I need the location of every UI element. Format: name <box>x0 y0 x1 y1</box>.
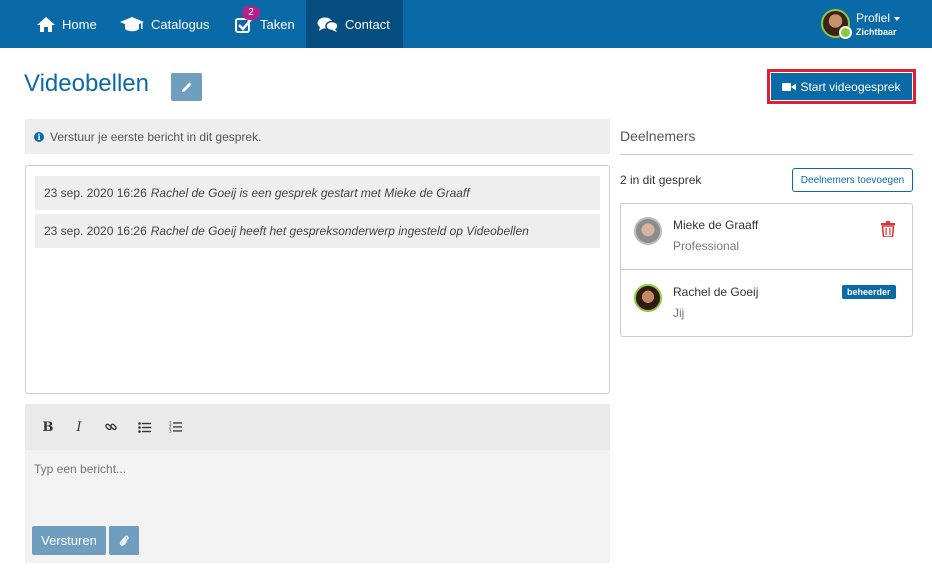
nav-catalogus-label: Catalogus <box>151 16 210 32</box>
online-status-icon <box>839 26 852 39</box>
profile-name: Profiel <box>856 11 891 25</box>
participants-list: Mieke de Graaff Professional Rachel de G… <box>620 203 913 337</box>
video-camera-icon <box>782 82 797 91</box>
edit-title-button[interactable] <box>171 73 202 101</box>
divider <box>620 154 913 155</box>
message-editor: B I 123 Versturen <box>25 404 610 563</box>
list-item: Mieke de Graaff Professional <box>621 204 912 270</box>
info-text: Verstuur je eerste bericht in dit gespre… <box>50 129 262 144</box>
participants-heading: Deelnemers <box>620 128 696 144</box>
nav-home[interactable]: Home <box>36 0 97 48</box>
log-entry: 23 sep. 2020 16:26 Rachel de Goeij is ee… <box>35 176 600 210</box>
avatar <box>634 284 662 312</box>
link-icon <box>105 423 117 431</box>
nav-taken-label: Taken <box>260 16 295 32</box>
log-entry: 23 sep. 2020 16:26 Rachel de Goeij heeft… <box>35 214 600 248</box>
nav-home-label: Home <box>62 16 97 32</box>
bold-button[interactable]: B <box>39 419 57 435</box>
log-time: 23 sep. 2020 16:26 <box>44 186 147 200</box>
bullet-list-icon <box>137 421 151 433</box>
info-icon: i <box>34 131 44 142</box>
svg-text:3: 3 <box>169 429 172 434</box>
top-navbar: Home Catalogus Taken 2 Contact Profiel Z… <box>0 0 932 48</box>
nav-contact[interactable]: Contact <box>306 0 403 48</box>
link-button[interactable] <box>102 419 120 435</box>
numbered-list-icon: 123 <box>169 421 182 433</box>
editor-toolbar: B I 123 <box>25 404 610 450</box>
log-time: 23 sep. 2020 16:26 <box>44 224 147 238</box>
tasks-count-badge: 2 <box>242 6 260 20</box>
numbered-list-button[interactable]: 123 <box>166 419 184 435</box>
nav-contact-label: Contact <box>345 16 390 32</box>
bullet-list-button[interactable] <box>135 419 153 435</box>
list-item: Rachel de Goeij Jij beheerder <box>621 271 912 337</box>
attach-button[interactable] <box>109 526 139 555</box>
caret-down-icon <box>894 16 901 21</box>
profile-menu[interactable]: Profiel Zichtbaar <box>821 9 921 41</box>
add-participants-button[interactable]: Deelnemers toevoegen <box>792 168 913 192</box>
chat-bubbles-icon <box>317 17 339 32</box>
page-title: Videobellen <box>24 70 150 97</box>
admin-badge: beheerder <box>842 285 896 299</box>
participants-count: 2 in dit gesprek <box>620 173 702 187</box>
remove-participant-button[interactable] <box>881 221 895 240</box>
start-video-call-label: Start videogesprek <box>800 79 901 94</box>
participant-name: Rachel de Goeij <box>673 285 759 299</box>
start-video-call-button[interactable]: Start videogesprek <box>771 73 912 100</box>
trash-icon <box>881 221 895 238</box>
participant-name: Mieke de Graaff <box>673 218 759 232</box>
add-participants-label: Deelnemers toevoegen <box>800 174 905 186</box>
nav-catalogus[interactable]: Catalogus <box>119 0 210 48</box>
avatar <box>634 217 662 245</box>
home-icon <box>37 16 55 32</box>
profile-visibility: Zichtbaar <box>856 27 897 37</box>
pencil-icon <box>181 82 191 92</box>
log-message: Rachel de Goeij is een gesprek gestart m… <box>150 186 470 200</box>
info-banner: i Verstuur je eerste bericht in dit gesp… <box>25 119 610 154</box>
send-button-label: Versturen <box>41 533 97 548</box>
participant-role: Professional <box>673 239 740 253</box>
paperclip-icon <box>119 535 129 546</box>
message-log[interactable]: 23 sep. 2020 16:26 Rachel de Goeij is ee… <box>25 165 610 394</box>
graduation-cap-icon <box>120 16 144 31</box>
participant-role: Jij <box>673 306 685 320</box>
send-button[interactable]: Versturen <box>32 526 106 555</box>
log-message: Rachel de Goeij heeft het gespreksonderw… <box>150 224 529 238</box>
message-input[interactable] <box>34 462 594 476</box>
italic-button[interactable]: I <box>70 419 88 435</box>
